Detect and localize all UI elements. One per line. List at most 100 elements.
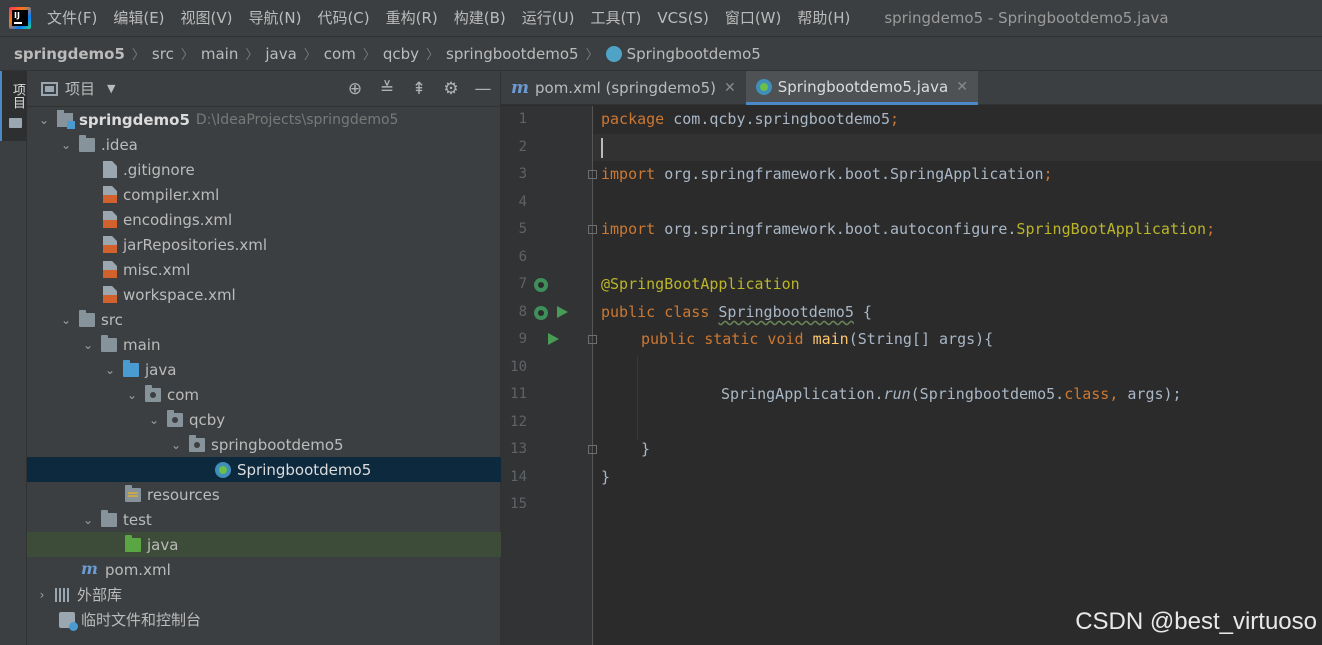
maven-icon: m <box>81 559 98 578</box>
text-file-icon <box>103 161 117 178</box>
text-caret <box>601 138 603 158</box>
tree-item-label: main <box>123 335 161 354</box>
tree-item-label: test <box>123 510 152 529</box>
close-icon[interactable]: ✕ <box>956 79 968 95</box>
tree-item-encodings-xml[interactable]: encodings.xml <box>27 207 501 232</box>
line-number: 4 <box>518 194 527 210</box>
menu-help[interactable]: 帮助(H) <box>789 0 858 36</box>
expanded-arrow-icon[interactable]: ⌄ <box>81 338 95 352</box>
collapsed-arrow-icon[interactable]: › <box>35 588 49 602</box>
run-icon[interactable] <box>557 306 568 318</box>
folder-icon <box>79 309 95 327</box>
code-line-3: import org.springframework.boot.SpringAp… <box>601 165 1053 183</box>
expanded-arrow-icon[interactable]: ⌄ <box>103 363 117 377</box>
breadcrumb-item[interactable]: Springbootdemo5 <box>627 45 761 63</box>
breadcrumb: springdemo5 〉 src 〉 main 〉 java 〉 com 〉 … <box>0 36 1322 71</box>
tree-item-label: workspace.xml <box>123 285 236 304</box>
code-line-11: SpringApplication.run(Springbootdemo5.cl… <box>721 385 1182 403</box>
menu-build[interactable]: 构建(B) <box>446 0 514 36</box>
tree-item-scratches[interactable]: 临时文件和控制台 <box>27 607 501 632</box>
tree-item-pom-xml[interactable]: m pom.xml <box>27 557 501 582</box>
intellij-logo-icon[interactable]: IJ <box>9 7 31 29</box>
tree-item-main[interactable]: ⌄ main <box>27 332 501 357</box>
editor-gutter[interactable]: 1 2 3 4 5 6 7 8 9 10 11 12 13 14 15 <box>501 106 597 645</box>
tree-item-resources[interactable]: resources <box>27 482 501 507</box>
tree-item-com[interactable]: ⌄ com <box>27 382 501 407</box>
tree-item-test[interactable]: ⌄ test <box>27 507 501 532</box>
breadcrumb-item[interactable]: springdemo5 <box>14 45 125 63</box>
expanded-arrow-icon[interactable]: ⌄ <box>125 388 139 402</box>
menu-file[interactable]: 文件(F) <box>39 0 105 36</box>
menu-window[interactable]: 窗口(W) <box>717 0 790 36</box>
menu-refactor[interactable]: 重构(R) <box>378 0 446 36</box>
expanded-arrow-icon[interactable]: ⌄ <box>59 313 73 327</box>
tree-item-label: java <box>147 535 179 554</box>
line-number: 13 <box>510 441 527 457</box>
tree-item-workspace-xml[interactable]: workspace.xml <box>27 282 501 307</box>
spring-bean-gutter-icon[interactable] <box>534 278 548 292</box>
menu-vcs[interactable]: VCS(S) <box>649 0 716 36</box>
expand-all-icon[interactable]: ≚ <box>378 80 396 98</box>
chevron-right-icon: 〉 <box>303 48 317 63</box>
code-line-9: public static void main(String[] args){ <box>641 330 994 348</box>
tree-item-qcby[interactable]: ⌄ qcby <box>27 407 501 432</box>
resources-folder-icon <box>125 484 141 502</box>
line-number: 7 <box>518 276 527 292</box>
gear-icon[interactable]: ⚙ <box>442 80 460 98</box>
expanded-arrow-icon[interactable]: ⌄ <box>169 438 183 452</box>
expanded-arrow-icon[interactable]: ⌄ <box>147 413 161 427</box>
tree-item-java-sources[interactable]: ⌄ java <box>27 357 501 382</box>
chevron-down-icon[interactable]: ▼ <box>107 82 115 95</box>
folder-icon <box>79 134 95 152</box>
breadcrumb-item[interactable]: com <box>324 45 356 63</box>
breadcrumb-item[interactable]: main <box>201 45 238 63</box>
tab-pom-xml[interactable]: m pom.xml (springdemo5) ✕ <box>501 71 746 105</box>
breadcrumb-item[interactable]: java <box>265 45 296 63</box>
tree-item-springdemo5[interactable]: ⌄ springdemo5 D:\IdeaProjects\springdemo… <box>27 107 501 132</box>
hide-icon[interactable]: — <box>474 80 492 98</box>
folder-icon <box>101 334 117 352</box>
project-tool-tab[interactable]: 项目 <box>0 71 27 141</box>
tree-item-label: java <box>145 360 177 379</box>
menu-navigate[interactable]: 导航(N) <box>241 0 310 36</box>
xml-file-icon <box>103 186 117 203</box>
collapse-all-icon[interactable]: ⇞ <box>410 80 428 98</box>
project-tool-tab-label: 项目 <box>10 83 25 109</box>
expanded-arrow-icon[interactable]: ⌄ <box>59 138 73 152</box>
spring-boot-class-icon <box>605 45 622 62</box>
expanded-arrow-icon[interactable]: ⌄ <box>81 513 95 527</box>
tree-item-java-tests[interactable]: java <box>27 532 501 557</box>
close-icon[interactable]: ✕ <box>724 80 736 96</box>
tree-item-external-libraries[interactable]: › 外部库 <box>27 582 501 607</box>
menu-view[interactable]: 视图(V) <box>173 0 241 36</box>
maven-icon: m <box>511 78 529 98</box>
tree-item-gitignore[interactable]: .gitignore <box>27 157 501 182</box>
tree-item-jarrepositories-xml[interactable]: jarRepositories.xml <box>27 232 501 257</box>
tree-item-idea[interactable]: ⌄ .idea <box>27 132 501 157</box>
run-icon[interactable] <box>548 333 559 345</box>
menu-edit[interactable]: 编辑(E) <box>105 0 172 36</box>
tree-item-label: qcby <box>189 410 226 429</box>
menu-code[interactable]: 代码(C) <box>309 0 377 36</box>
tree-item-springbootdemo5-class[interactable]: Springbootdemo5 <box>27 457 501 482</box>
tree-item-src[interactable]: ⌄ src <box>27 307 501 332</box>
breadcrumb-item[interactable]: qcby <box>383 45 419 63</box>
breadcrumb-item[interactable]: springbootdemo5 <box>446 45 579 63</box>
breadcrumb-item[interactable]: src <box>152 45 174 63</box>
panel-title[interactable]: 项目 <box>65 78 95 99</box>
line-number: 12 <box>510 414 527 430</box>
tree-item-springbootdemo5-package[interactable]: ⌄ springbootdemo5 <box>27 432 501 457</box>
tab-springbootdemo5-java[interactable]: Springbootdemo5.java ✕ <box>745 71 978 105</box>
tree-item-label: springbootdemo5 <box>211 435 344 454</box>
menu-tools[interactable]: 工具(T) <box>582 0 649 36</box>
package-icon <box>167 409 183 427</box>
tree-item-label: compiler.xml <box>123 185 220 204</box>
tree-item-misc-xml[interactable]: misc.xml <box>27 257 501 282</box>
tree-item-compiler-xml[interactable]: compiler.xml <box>27 182 501 207</box>
menu-run[interactable]: 运行(U) <box>514 0 583 36</box>
code-area[interactable]: package com.qcby.springbootdemo5; import… <box>593 106 1322 645</box>
project-panel: 项目 ▼ ⊕ ≚ ⇞ ⚙ — ⌄ springdemo5 D:\IdeaProj… <box>27 71 501 645</box>
locate-file-icon[interactable]: ⊕ <box>346 80 364 98</box>
spring-bean-gutter-icon[interactable] <box>534 306 548 320</box>
expanded-arrow-icon[interactable]: ⌄ <box>37 113 51 127</box>
